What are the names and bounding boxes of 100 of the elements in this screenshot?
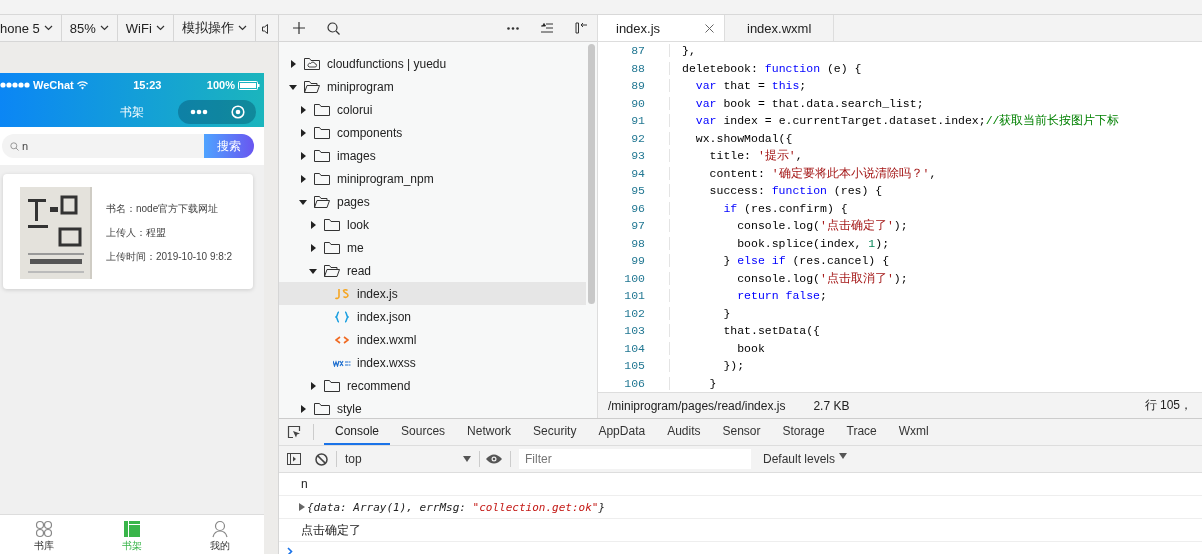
caret-right-icon[interactable] (299, 404, 307, 413)
folder-row[interactable]: cloudfunctions | yuedu (279, 52, 586, 75)
folder-row[interactable]: pages (279, 190, 586, 213)
code-line: return false; (736, 289, 827, 303)
code-line: success: function (res) { (708, 184, 883, 198)
clear-console-icon[interactable] (315, 452, 328, 466)
speaker-icon[interactable] (261, 24, 268, 34)
capsule-menu[interactable] (178, 100, 256, 124)
code-line: } (708, 376, 717, 390)
dropdown[interactable]: 模拟操作 (173, 15, 256, 41)
dropdown[interactable]: 85% (61, 15, 118, 41)
editor-tab[interactable]: index.js (598, 15, 725, 41)
code-line: var book = that.data.search_list; (694, 96, 924, 110)
person-icon (211, 520, 229, 538)
caret-right-icon[interactable] (289, 59, 297, 68)
dropdown[interactable]: WiFi (117, 15, 174, 41)
book-title: 书名：node官方下载网址 (106, 202, 220, 216)
file-row[interactable]: index.wxml (279, 328, 586, 351)
caret-right-icon[interactable] (299, 128, 307, 137)
line-number: 91 (598, 114, 670, 128)
caret-down-icon[interactable] (299, 197, 307, 206)
line-number: 88 (598, 61, 670, 75)
prompt-icon[interactable] (287, 547, 293, 554)
filter-field[interactable]: Filter (519, 449, 751, 469)
folder-row[interactable]: me (279, 236, 586, 259)
folder-row[interactable]: style (279, 397, 586, 418)
line-number: 105 (598, 359, 670, 373)
collapse-panel-icon[interactable] (575, 22, 587, 34)
scrollbar-thumb[interactable] (588, 44, 595, 304)
line-number: 100 (598, 271, 670, 285)
expand-triangle-icon[interactable] (299, 503, 305, 511)
devtools-tab[interactable]: AppData (587, 419, 657, 445)
console-message: {data: Array(1), errMsg: "collection.get:ok"} (307, 500, 606, 514)
dropdown[interactable]: hone 5 (0, 15, 62, 41)
line-number: 97 (598, 219, 670, 233)
code-line: if (res.confirm) { (722, 201, 848, 215)
devtools-tab[interactable]: Sources (390, 419, 457, 445)
devtools-tab[interactable]: Trace (835, 419, 888, 445)
sidebar-toggle-icon[interactable] (287, 453, 301, 465)
devtools-tab[interactable]: Wxml (887, 419, 940, 445)
search-icon[interactable] (327, 21, 340, 35)
search-button[interactable]: 搜索 (204, 134, 254, 158)
inspect-icon[interactable] (287, 425, 301, 439)
folder-row[interactable]: images (279, 144, 586, 167)
close-icon[interactable] (705, 23, 714, 33)
collapse-all-icon[interactable] (541, 23, 553, 33)
line-number: 92 (598, 131, 670, 145)
shelf-icon (123, 520, 141, 538)
tab-bar-item[interactable]: 书库 (0, 515, 88, 554)
caret-right-icon[interactable] (299, 105, 307, 114)
line-number: 106 (598, 376, 670, 390)
folder-row[interactable]: miniprogram (279, 75, 586, 98)
file-row[interactable]: index.js (279, 282, 586, 305)
file-row[interactable]: index.wxss (279, 351, 586, 374)
levels-dropdown[interactable]: Default levels (757, 451, 854, 467)
eye-icon[interactable] (486, 454, 502, 464)
file-path: /miniprogram/pages/read/index.js (608, 398, 786, 413)
clock: 15:23 (133, 79, 162, 91)
file-row[interactable]: index.json (279, 305, 586, 328)
code-line: book.splice(index, 1); (736, 236, 890, 250)
devtools-tab[interactable]: Network (456, 419, 523, 445)
editor-tab[interactable]: index.wxml (725, 15, 835, 41)
open-folder-icon (304, 80, 320, 93)
line-number: 90 (598, 96, 670, 110)
devtools-tab[interactable]: Security (522, 419, 588, 445)
signal-icon (0, 82, 30, 88)
folder-icon (314, 126, 330, 139)
folder-row[interactable]: colorui (279, 98, 586, 121)
folder-row[interactable]: read (279, 259, 586, 282)
context-select[interactable]: top (337, 452, 479, 466)
caret-down-icon[interactable] (309, 266, 317, 275)
folder-row[interactable]: recommend (279, 374, 586, 397)
close-circle-icon[interactable] (230, 105, 245, 119)
code-line: }); (722, 359, 745, 373)
folder-row[interactable]: look (279, 213, 586, 236)
folder-row[interactable]: miniprogram_npm (279, 167, 586, 190)
line-number: 104 (598, 341, 670, 355)
folder-row[interactable]: components (279, 121, 586, 144)
devtools-tab[interactable]: Storage (771, 419, 836, 445)
caret-right-icon[interactable] (309, 220, 317, 229)
console-message: n (301, 477, 308, 491)
caret-right-icon[interactable] (309, 243, 317, 252)
chevron-icon (99, 25, 109, 31)
folder-icon (324, 241, 340, 254)
caret-right-icon[interactable] (309, 381, 317, 390)
dropdown-triangle-icon (839, 452, 848, 460)
line-number: 99 (598, 254, 670, 268)
line-number: 95 (598, 184, 670, 198)
caret-right-icon[interactable] (299, 174, 307, 183)
folder-icon (314, 402, 330, 415)
devtools-tab[interactable]: Audits (656, 419, 712, 445)
search-field[interactable]: n (2, 134, 204, 158)
plus-icon[interactable] (293, 22, 305, 34)
caret-down-icon[interactable] (289, 82, 297, 91)
tab-bar-item[interactable]: 我的 (176, 515, 264, 554)
more-icon[interactable] (507, 26, 519, 30)
caret-right-icon[interactable] (299, 151, 307, 160)
devtools-tab[interactable]: Sensor (711, 419, 772, 445)
book-card[interactable]: 书名：node官方下载网址 上传人：程盟 上传时间：2019-10-10 9:8:2 (3, 174, 253, 289)
console-message: 点击确定了 (301, 521, 361, 539)
